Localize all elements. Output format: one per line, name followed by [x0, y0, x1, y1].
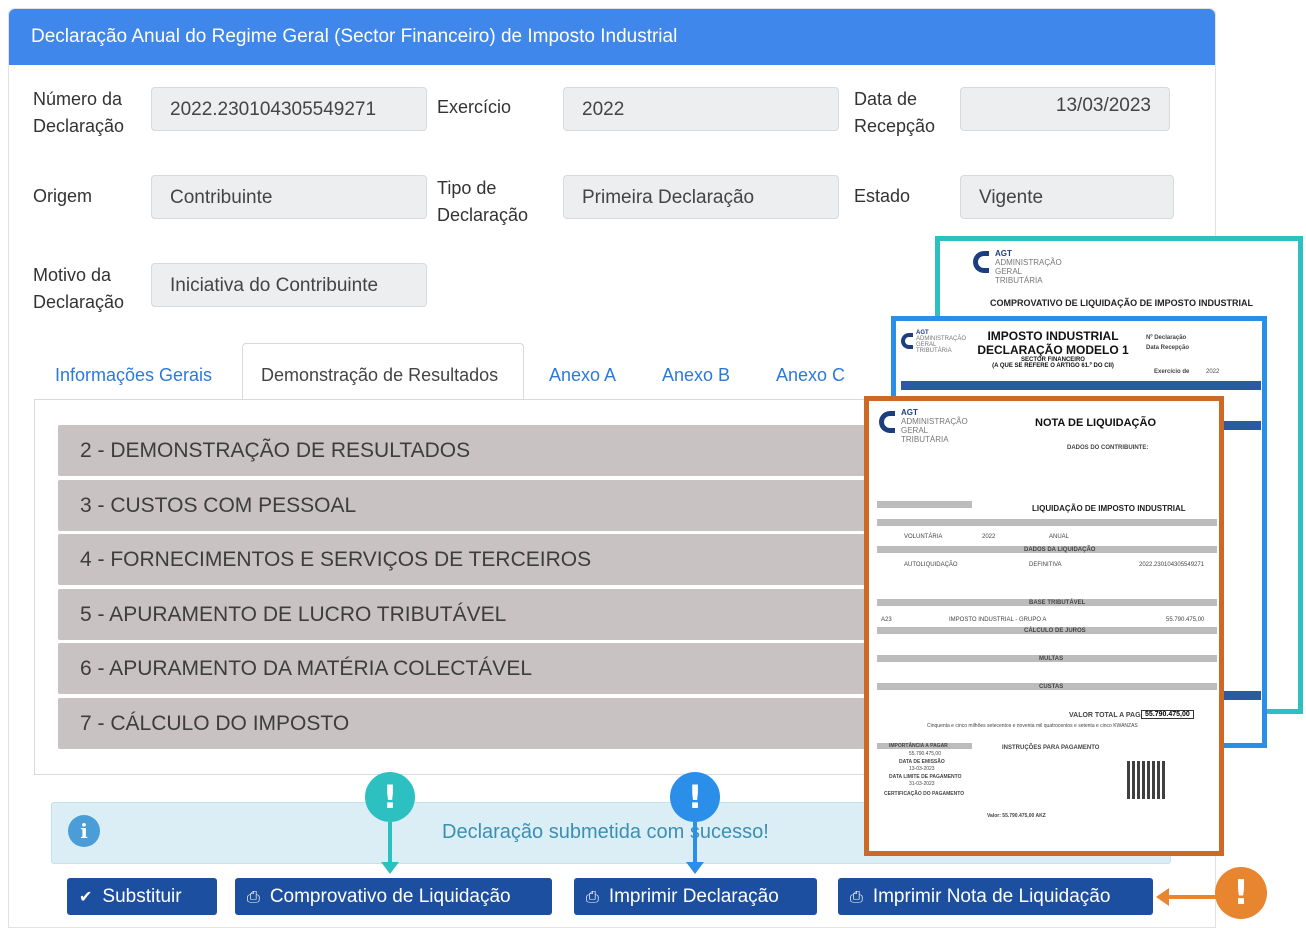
callout-nota-icon: !: [1215, 867, 1267, 919]
data-recepcao-field[interactable]: 13/03/2023: [960, 87, 1170, 131]
exercicio-label: Exercício: [437, 97, 512, 117]
estado-label: Estado: [854, 186, 911, 206]
print-icon: ⎙: [247, 889, 260, 906]
estado-field[interactable]: Vigente: [960, 175, 1174, 219]
tipo-label: Tipo de Declaração: [437, 178, 529, 225]
nota-subtitle: LIQUIDAÇÃO DE IMPOSTO INDUSTRIAL: [1032, 504, 1186, 513]
tab-anexo-c[interactable]: Anexo C: [776, 351, 845, 399]
comprovativo-label: Comprovativo de Liquidação: [269, 886, 511, 907]
nota-base: BASE TRIBUTÁVEL: [1029, 600, 1086, 606]
comprovativo-title: COMPROVATIVO DE LIQUIDAÇÃO DE IMPOSTO IN…: [990, 298, 1254, 308]
imprimir-nota-button[interactable]: ⎙ Imprimir Nota de Liquidação: [838, 878, 1153, 915]
motivo-field[interactable]: Iniciativa do Contribuinte: [151, 263, 427, 307]
callout-comprovativo-icon: !: [365, 772, 415, 822]
doc-bar: [877, 519, 1217, 526]
nota-anual: ANUAL: [1049, 534, 1070, 540]
check-icon: ✔: [79, 889, 93, 906]
tipo-field[interactable]: Primeira Declaração: [563, 175, 839, 219]
nota-title: NOTA DE LIQUIDAÇÃO: [1035, 417, 1156, 429]
data-label: Data Recepção: [1146, 345, 1190, 351]
ndecl-label: Nº Declaração: [1146, 335, 1187, 341]
callout-comprovativo-arrow: [388, 822, 392, 864]
nota-contrib: DADOS DO CONTRIBUINTE:: [1067, 445, 1149, 451]
origem-label: Origem: [33, 186, 93, 206]
info-icon: i: [68, 815, 100, 847]
arrow-left-icon: [1156, 888, 1169, 906]
nota-autoliq: AUTOLIQUIDAÇÃO: [904, 562, 958, 568]
nota-certificacao: CERTIFICAÇÃO DO PAGAMENTO: [884, 791, 965, 797]
arrow-down-icon: [686, 862, 704, 874]
nota-total-value: 55.790.475,00: [1141, 710, 1194, 719]
nota-definitiva: DEFINITIVA: [1029, 562, 1062, 568]
print-icon: ⎙: [850, 889, 863, 906]
agt-logo-icon: [901, 333, 913, 349]
agt-logo-text: AGT ADMINISTRAÇÃO GERAL TRIBUTÁRIA: [901, 408, 968, 444]
substituir-button[interactable]: ✔ Substituir: [67, 878, 217, 915]
nota-instrucoes: INSTRUÇÕES PARA PAGAMENTO: [1002, 745, 1100, 751]
tab-informacoes-gerais[interactable]: Informações Gerais: [55, 351, 212, 399]
agt-logo-text: AGT ADMINISTRAÇÃO GERAL TRIBUTÁRIA: [916, 330, 967, 354]
nota-valor: 55.790.475,00: [1166, 617, 1205, 623]
nota-custas: CUSTAS: [1039, 684, 1064, 690]
nota-juros: CÁLCULO DE JUROS: [1024, 628, 1086, 634]
nota-multas: MULTAS: [1039, 656, 1064, 662]
nota-data-emissao-value: 13-03-2023: [909, 766, 935, 772]
data-recepcao-label: Data de Recepção: [854, 89, 936, 136]
agt-logo-icon: [879, 411, 895, 433]
nota-data-emissao: DATA DE EMISSÃO: [899, 759, 945, 765]
motivo-label: Motivo da Declaração: [33, 265, 125, 312]
alert-message: Declaração submetida com sucesso!: [442, 821, 769, 843]
tab-anexo-b[interactable]: Anexo B: [662, 351, 730, 399]
nota-voluntaria: VOLUNTÁRIA: [904, 534, 943, 540]
qr-code-icon: [1127, 761, 1165, 799]
nota-data-limite-value: 31-03-2023: [909, 781, 935, 787]
imprimir-declaracao-button[interactable]: ⎙ Imprimir Declaração: [574, 878, 817, 915]
exercicio-field[interactable]: 2022: [563, 87, 839, 131]
substituir-label: Substituir: [102, 886, 182, 907]
nota-total-label: VALOR TOTAL A PAGAR: [1069, 712, 1151, 719]
agt-logo-icon: [973, 251, 989, 273]
exercicio-doc-value: 2022: [1206, 369, 1220, 375]
nota-data-limite: DATA LIMITE DE PAGAMENTO: [889, 774, 962, 780]
modelo-title: IMPOSTO INDUSTRIAL DECLARAÇÃO MODELO 1 S…: [977, 329, 1129, 369]
tab-demonstracao-resultados[interactable]: Demonstração de Resultados: [242, 343, 524, 400]
imprimir-declaracao-label: Imprimir Declaração: [608, 886, 779, 907]
nota-extenso: Cinquenta e cinco milhões setecentos e n…: [927, 723, 1138, 729]
panel-header: Declaração Anual do Regime Geral (Sector…: [9, 9, 1215, 65]
arrow-down-icon: [381, 862, 399, 874]
nota-liquidacao-preview: AGT ADMINISTRAÇÃO GERAL TRIBUTÁRIA NOTA …: [864, 396, 1224, 856]
print-icon: ⎙: [586, 889, 599, 906]
imprimir-nota-label: Imprimir Nota de Liquidação: [872, 886, 1111, 907]
nota-importancia: IMPORTÂNCIA A PAGAR: [889, 743, 948, 749]
numero-label: Número da Declaração: [33, 89, 125, 136]
numero-field[interactable]: 2022.230104305549271: [151, 87, 427, 131]
nota-valor-akz: Valor: 55.790.475,00 AKZ: [987, 813, 1046, 819]
callout-nota-arrow: [1168, 895, 1216, 899]
nota-dados-liq: DADOS DA LIQUIDAÇÃO: [1024, 547, 1096, 553]
origem-field[interactable]: Contribuinte: [151, 175, 427, 219]
tab-anexo-a[interactable]: Anexo A: [549, 351, 616, 399]
nota-codigo: A23: [881, 617, 892, 623]
exercicio-doc-label: Exercício de: [1154, 369, 1190, 375]
doc-bar: [877, 501, 972, 508]
panel-title: Declaração Anual do Regime Geral (Sector…: [31, 26, 678, 47]
callout-declaracao-icon: !: [670, 772, 720, 822]
comprovativo-button[interactable]: ⎙ Comprovativo de Liquidação: [235, 878, 552, 915]
section-bar: [901, 381, 1261, 390]
agt-logo-text: AGT ADMINISTRAÇÃO GERAL TRIBUTÁRIA: [995, 249, 1062, 285]
nota-receita: IMPOSTO INDUSTRIAL - GRUPO A: [949, 617, 1047, 623]
nota-importancia-value: 55.790.475,00: [909, 751, 941, 757]
nota-doc-assoc: 2022.230104305549271: [1139, 562, 1205, 568]
nota-ano: 2022: [982, 534, 996, 540]
callout-declaracao-arrow: [693, 822, 697, 864]
